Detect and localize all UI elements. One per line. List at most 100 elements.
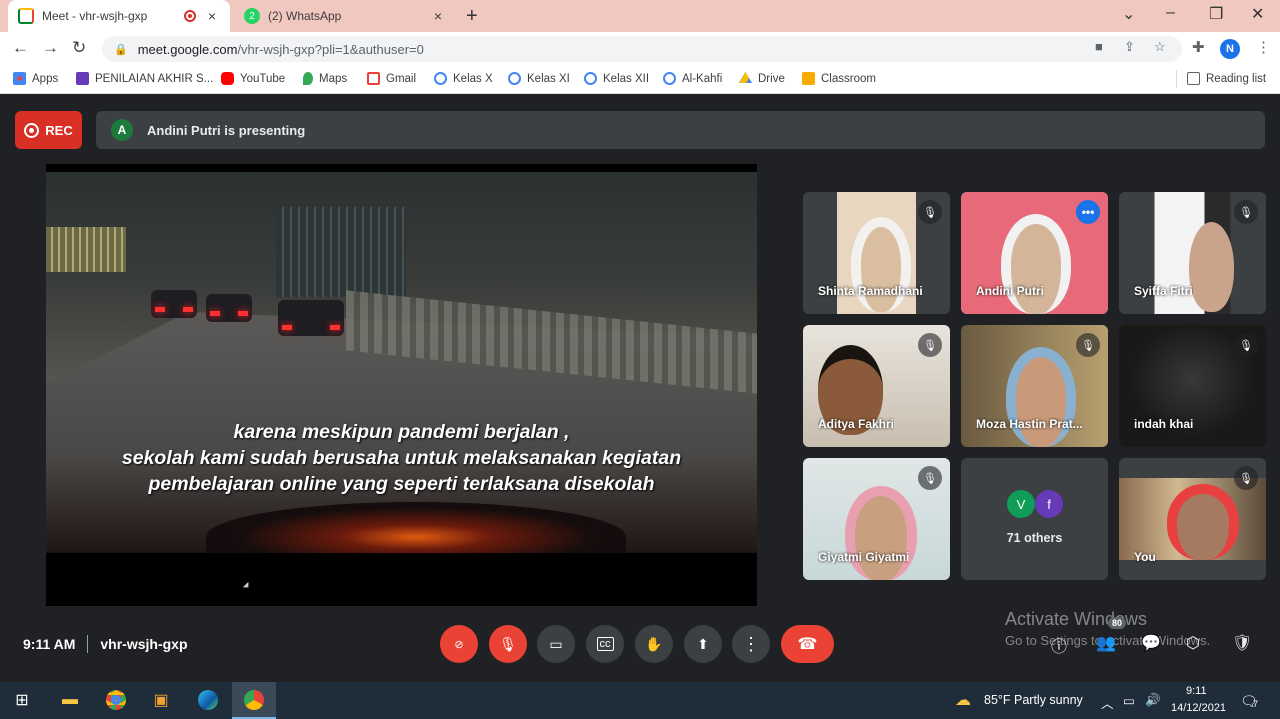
chat-icon[interactable]: 💬 bbox=[1141, 633, 1161, 653]
participant-tile[interactable]: 🎙 Giyatmi Giyatmi bbox=[803, 458, 950, 580]
menu-kebab-icon[interactable]: ⋮ bbox=[1256, 38, 1271, 56]
activities-icon[interactable]: ⬡ bbox=[1186, 633, 1200, 653]
raise-hand-button[interactable]: ✋ bbox=[635, 625, 673, 663]
maps-icon bbox=[303, 72, 313, 85]
share-icon[interactable]: ⇪ bbox=[1124, 39, 1135, 55]
captions-button[interactable]: cc bbox=[586, 625, 624, 663]
volume-icon[interactable]: 🔊 bbox=[1145, 693, 1161, 708]
self-tile[interactable]: 🎙 You bbox=[1119, 458, 1266, 580]
windows-start-icon[interactable]: ⊞ bbox=[10, 689, 34, 711]
url-host: meet.google.com bbox=[137, 41, 238, 57]
bookmark-drive[interactable]: Drive bbox=[739, 72, 785, 85]
tab-search-icon[interactable]: ⌄ bbox=[1122, 4, 1135, 24]
mic-off-icon: 🎙 bbox=[499, 635, 517, 652]
present-stop-button[interactable]: ⊘ bbox=[440, 625, 478, 663]
present-now-button[interactable]: ⬆ bbox=[684, 625, 722, 663]
reload-icon[interactable]: ↻ bbox=[72, 38, 86, 58]
meeting-info: 9:11 AM vhr-wsjh-gxp bbox=[23, 635, 188, 653]
people-icon[interactable]: 👥 bbox=[1096, 633, 1116, 653]
participant-tile[interactable]: 🎙 Aditya Fakhri bbox=[803, 325, 950, 447]
profile-avatar[interactable]: N bbox=[1220, 39, 1240, 59]
presenting-off-icon: ⊘ bbox=[454, 638, 464, 651]
tab-title: (2) WhatsApp bbox=[268, 9, 342, 23]
mic-toggle-button[interactable]: 🎙 bbox=[489, 625, 527, 663]
subtitle-line: sekolah kami sudah berusaha untuk melaks… bbox=[121, 447, 682, 469]
notifications-count: 7 bbox=[1253, 699, 1259, 709]
close-window-icon[interactable]: ✕ bbox=[1251, 4, 1264, 24]
bookmark-kelas-x[interactable]: Kelas X bbox=[434, 72, 493, 85]
back-arrow-icon[interactable]: ← bbox=[12, 38, 29, 58]
close-tab-icon[interactable]: × bbox=[430, 8, 446, 24]
shared-screen[interactable]: karena meskipun pandemi berjalan , sekol… bbox=[46, 164, 757, 606]
classroom-icon bbox=[802, 72, 815, 85]
bookmark-kelas-xii[interactable]: Kelas XII bbox=[584, 72, 649, 85]
bookmark-apps[interactable]: Apps bbox=[13, 72, 58, 85]
reading-list[interactable]: Reading list bbox=[1187, 72, 1266, 85]
tab-meet[interactable]: Meet - vhr-wsjh-gxp × bbox=[8, 0, 230, 32]
camera-toggle-button[interactable]: ▭ bbox=[537, 625, 575, 663]
drive-icon bbox=[739, 72, 752, 84]
mic-off-icon: 🎙 bbox=[1234, 466, 1258, 490]
others-tile[interactable]: V f 71 others bbox=[961, 458, 1108, 580]
camera-icon: ▭ bbox=[549, 635, 563, 652]
edge-icon[interactable] bbox=[196, 689, 220, 711]
clock-date[interactable]: 14/12/2021 bbox=[1171, 702, 1226, 714]
meeting-code: vhr-wsjh-gxp bbox=[100, 636, 188, 652]
participant-tile[interactable]: 🎙 Syiffa Fitri bbox=[1119, 192, 1266, 314]
forward-arrow-icon[interactable]: → bbox=[42, 38, 59, 58]
camera-in-use-icon[interactable]: ■ bbox=[1095, 39, 1103, 54]
address-bar[interactable]: 🔒 meet.google.com /vhr-wsjh-gxp?pli=1&au… bbox=[102, 36, 1182, 62]
host-controls-icon[interactable]: 🛡 bbox=[1232, 633, 1252, 653]
mic-off-icon: 🎙 bbox=[918, 333, 942, 357]
clock-time[interactable]: 9:11 bbox=[1186, 685, 1207, 697]
more-options-button[interactable]: ⋮ bbox=[732, 625, 770, 663]
bookmark-youtube[interactable]: YouTube bbox=[221, 72, 285, 85]
bookmark-maps[interactable]: Maps bbox=[303, 72, 347, 85]
recording-button[interactable]: REC bbox=[15, 111, 82, 149]
lock-icon: 🔒 bbox=[114, 43, 128, 56]
meeting-details-icon[interactable]: ⓘ bbox=[1051, 633, 1067, 657]
participant-video bbox=[1119, 478, 1266, 560]
others-count-label: 71 others bbox=[1006, 531, 1063, 545]
forms-icon bbox=[76, 72, 89, 85]
weather-text[interactable]: 85°F Partly sunny bbox=[984, 693, 1083, 707]
windows-taskbar: ⊞ ▬ ▣ ☁ 85°F Partly sunny ︿ ▭ 🔊 9:11 14/… bbox=[0, 682, 1280, 719]
extensions-icon[interactable]: ✚ bbox=[1192, 38, 1205, 56]
mic-off-icon: 🎙 bbox=[1076, 333, 1100, 357]
more-options-icon[interactable]: ••• bbox=[1076, 200, 1100, 224]
chrome-profile-icon[interactable] bbox=[242, 689, 266, 711]
more-vert-icon: ⋮ bbox=[742, 633, 760, 654]
whatsapp-favicon-icon: 2 bbox=[244, 8, 260, 24]
close-tab-icon[interactable]: × bbox=[204, 8, 220, 24]
chrome-icon[interactable] bbox=[104, 689, 128, 711]
leave-call-button[interactable]: ☎ bbox=[781, 625, 834, 663]
hand-icon: ✋ bbox=[645, 635, 663, 652]
mic-off-icon: 🎙 bbox=[918, 466, 942, 490]
bookmark-al-kahfi[interactable]: Al-Kahfi bbox=[663, 72, 722, 85]
mouse-cursor-icon bbox=[242, 581, 252, 591]
participant-tile-active-speaker[interactable]: ••• Andini Putri bbox=[961, 192, 1108, 314]
bookmark-penilaian[interactable]: PENILAIAN AKHIR S... bbox=[76, 72, 213, 85]
new-tab-button[interactable]: + bbox=[466, 5, 478, 28]
mic-off-icon: 🎙 bbox=[1234, 333, 1258, 357]
tray-chevron-icon[interactable]: ︿ bbox=[1101, 693, 1114, 712]
participant-tile[interactable]: 🎙 Shinta Ramadhani bbox=[803, 192, 950, 314]
minimize-icon[interactable]: – bbox=[1166, 4, 1175, 22]
network-icon[interactable]: ▭ bbox=[1123, 693, 1135, 708]
meet-main: REC A Andini Putri is presenting karena … bbox=[0, 95, 1280, 682]
participant-tile[interactable]: 🎙 indah khai bbox=[1119, 325, 1266, 447]
bookmark-star-icon[interactable]: ☆ bbox=[1154, 39, 1166, 55]
bookmark-classroom[interactable]: Classroom bbox=[802, 72, 876, 85]
bookmark-kelas-xi[interactable]: Kelas XI bbox=[508, 72, 570, 85]
browser-tab-strip: Meet - vhr-wsjh-gxp × 2 (2) WhatsApp × +… bbox=[0, 0, 1280, 32]
tab-whatsapp[interactable]: 2 (2) WhatsApp × bbox=[234, 0, 456, 32]
presenting-text: Andini Putri is presenting bbox=[147, 122, 306, 138]
car bbox=[206, 294, 252, 322]
file-explorer-icon[interactable]: ▬ bbox=[58, 689, 82, 711]
participant-tile[interactable]: 🎙 Moza Hastin Prat... bbox=[961, 325, 1108, 447]
media-player-icon[interactable]: ▣ bbox=[149, 689, 173, 711]
bookmark-gmail[interactable]: Gmail bbox=[367, 72, 416, 85]
google-icon bbox=[584, 72, 597, 85]
car bbox=[278, 300, 344, 336]
maximize-icon[interactable]: ❐ bbox=[1209, 4, 1223, 24]
